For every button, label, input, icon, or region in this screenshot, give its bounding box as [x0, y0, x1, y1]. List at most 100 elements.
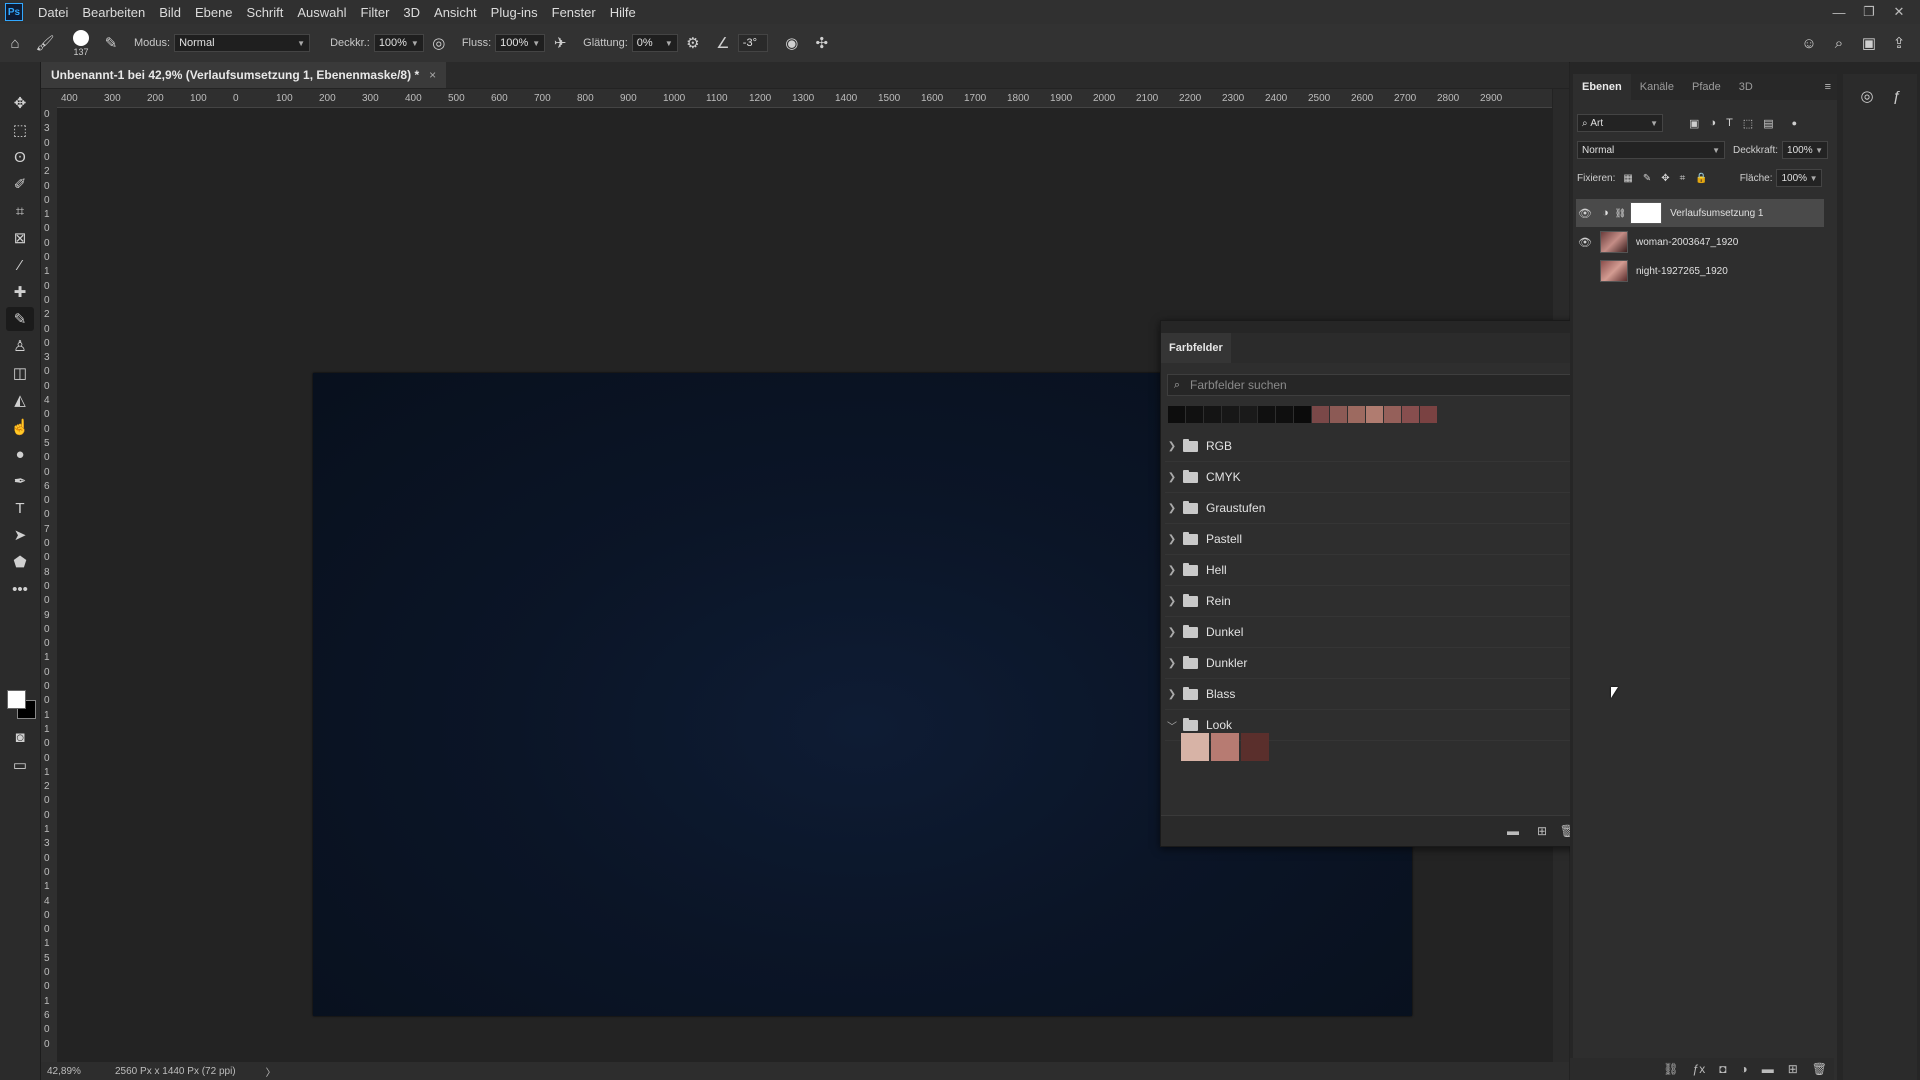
shape-tool-icon[interactable]: ⬟	[6, 550, 34, 574]
share-user-icon[interactable]: ☺	[1797, 31, 1821, 55]
status-menu-arrow[interactable]: 〉	[266, 1064, 276, 1079]
menu-hilfe[interactable]: Hilfe	[603, 5, 643, 20]
panel-menu-icon[interactable]: ≡	[1825, 81, 1831, 93]
add-mask-icon[interactable]: ◘	[1719, 1062, 1726, 1076]
angle-field[interactable]: -3°	[737, 34, 768, 52]
lock-transparent-icon[interactable]: ▦	[1623, 173, 1632, 184]
menu-datei[interactable]: Datei	[31, 5, 75, 20]
recent-swatch[interactable]	[1330, 406, 1347, 423]
stamp-tool-icon[interactable]: ♙	[6, 334, 34, 358]
close-window-button[interactable]: ✕	[1884, 0, 1914, 24]
foreground-color-swatch[interactable]	[7, 690, 26, 709]
recent-swatch[interactable]	[1384, 406, 1401, 423]
brush-size-picker[interactable]: 137	[66, 26, 96, 60]
path-select-tool-icon[interactable]: ➤	[6, 523, 34, 547]
tab-pfade[interactable]: Pfade	[1683, 74, 1730, 100]
layer-verlaufsumsetzung[interactable]: 👁 ◑ ⛓ Verlaufsumsetzung 1	[1576, 199, 1824, 227]
recent-swatch[interactable]	[1420, 406, 1437, 423]
smudge-tool-icon[interactable]: ☝	[6, 415, 34, 439]
quick-mask-icon[interactable]: ◙	[6, 725, 34, 749]
recent-swatch[interactable]	[1276, 406, 1293, 423]
layer-opacity-field[interactable]: 100% ▼	[1782, 141, 1829, 159]
look-swatch[interactable]	[1181, 733, 1209, 761]
menu-bild[interactable]: Bild	[152, 5, 188, 20]
export-icon[interactable]: ⇪	[1887, 31, 1911, 55]
pressure-opacity-icon[interactable]: ◎	[427, 31, 451, 55]
link-layers-icon[interactable]: ⛓	[1663, 1062, 1678, 1076]
dodge-tool-icon[interactable]: ●	[6, 442, 34, 466]
search-icon[interactable]: ⌕	[1827, 31, 1851, 55]
filter-pixel-icon[interactable]: ▣	[1689, 117, 1699, 130]
panel-grip[interactable]: « ✕	[1161, 320, 1601, 333]
lock-artboard-icon[interactable]: ⌗	[1680, 173, 1686, 184]
swatch-group-pastell[interactable]: ❯ Pastell	[1165, 524, 1585, 555]
minimize-button[interactable]: —	[1824, 0, 1854, 24]
brush-tool-icon[interactable]: ✎	[6, 307, 34, 331]
fill-field[interactable]: 100% ▼	[1776, 169, 1823, 187]
vertical-ruler[interactable]: 0 3 0 0 2 0 0 1 0 0 0 1 0 0 2 0 0 3 0 0 4 0 0 5 0 0 6 0 0 7 0 0 8 0 0 9 0 0 1 0…	[41, 107, 58, 1062]
color-swatches[interactable]	[7, 690, 37, 720]
filter-adjustment-icon[interactable]: ◑	[1709, 117, 1716, 129]
swatch-group-blass[interactable]: ❯ Blass	[1165, 679, 1585, 710]
swatches-search-input[interactable]	[1186, 378, 1589, 392]
filter-smart-object-icon[interactable]: ▤	[1763, 117, 1773, 130]
recent-swatch[interactable]	[1222, 406, 1239, 423]
layer-mask-thumbnail[interactable]	[1630, 202, 1663, 224]
gear-icon[interactable]: ⚙	[681, 31, 705, 55]
lock-position-icon[interactable]: ✥	[1661, 173, 1669, 184]
swatches-tab[interactable]: Farbfelder	[1161, 333, 1231, 363]
marquee-tool-icon[interactable]: ⬚	[6, 118, 34, 142]
filter-toggle-icon[interactable]: ●	[1792, 118, 1797, 128]
symmetry-icon[interactable]: ✣	[810, 31, 834, 55]
layer-filter-select[interactable]: ⌕ Art ▼	[1577, 114, 1663, 132]
smoothing-field[interactable]: 0% ▼	[631, 34, 678, 52]
look-swatch[interactable]	[1241, 733, 1269, 761]
recent-swatch[interactable]	[1204, 406, 1221, 423]
eyedropper-tool-icon[interactable]: ⁄	[6, 253, 34, 277]
tab-kanaele[interactable]: Kanäle	[1631, 74, 1683, 100]
new-group-icon[interactable]: ▬	[1762, 1062, 1774, 1076]
type-tool-icon[interactable]: T	[6, 496, 34, 520]
link-icon[interactable]: ⛓	[1615, 208, 1626, 219]
swatch-group-dunkel[interactable]: ❯ Dunkel	[1165, 617, 1585, 648]
eye-icon[interactable]: 👁	[1576, 236, 1594, 249]
horizontal-ruler[interactable]: 400 300 200 100 0 100 200 300 400 500 600 700 800 900…	[57, 89, 1552, 108]
recent-swatch[interactable]	[1366, 406, 1383, 423]
menu-filter[interactable]: Filter	[354, 5, 397, 20]
move-tool-icon[interactable]: ✥	[6, 91, 34, 115]
swatch-group-rgb[interactable]: ❯ RGB	[1165, 431, 1585, 462]
lock-icon[interactable]: 🔒	[1695, 173, 1707, 184]
flow-field[interactable]: 100% ▼	[495, 34, 546, 52]
healing-tool-icon[interactable]: ✚	[6, 280, 34, 304]
look-swatch[interactable]	[1211, 733, 1239, 761]
new-layer-icon[interactable]: ⊞	[1788, 1062, 1798, 1076]
swatch-group-hell[interactable]: ❯ Hell	[1165, 555, 1585, 586]
menu-3d[interactable]: 3D	[396, 5, 427, 20]
eye-icon[interactable]: 👁	[1576, 207, 1594, 220]
new-swatch-icon[interactable]: ⊞	[1537, 824, 1547, 838]
menu-auswahl[interactable]: Auswahl	[290, 5, 353, 20]
filter-type-icon[interactable]: T	[1726, 117, 1733, 129]
screen-mode-icon[interactable]: ▭	[6, 753, 34, 777]
properties-fx-icon[interactable]: ƒ	[1883, 82, 1911, 110]
ruler-corner[interactable]	[41, 89, 57, 107]
swatch-group-cmyk[interactable]: ❯ CMYK	[1165, 462, 1585, 493]
recent-swatch[interactable]	[1312, 406, 1329, 423]
swatch-group-rein[interactable]: ❯ Rein	[1165, 586, 1585, 617]
pen-tool-icon[interactable]: ✒	[6, 469, 34, 493]
recent-swatch[interactable]	[1294, 406, 1311, 423]
mode-select[interactable]: Normal ▼	[174, 34, 311, 52]
new-group-folder-icon[interactable]: ▬	[1507, 824, 1519, 838]
quick-select-tool-icon[interactable]: ✐	[6, 172, 34, 196]
eraser-tool-icon[interactable]: ◫	[6, 361, 34, 385]
trash-icon[interactable]: 🗑	[1812, 1062, 1827, 1076]
home-icon[interactable]: ⌂	[3, 31, 27, 55]
blend-mode-select[interactable]: Normal ▼	[1577, 141, 1725, 159]
lasso-tool-icon[interactable]: ʘ	[6, 145, 34, 169]
brush-settings-icon[interactable]: ✎	[99, 31, 123, 55]
close-icon[interactable]: ×	[429, 68, 436, 82]
recent-swatch[interactable]	[1168, 406, 1185, 423]
tab-ebenen[interactable]: Ebenen	[1573, 74, 1631, 100]
crop-tool-icon[interactable]: ⌗	[6, 199, 34, 223]
opacity-field[interactable]: 100% ▼	[373, 34, 424, 52]
